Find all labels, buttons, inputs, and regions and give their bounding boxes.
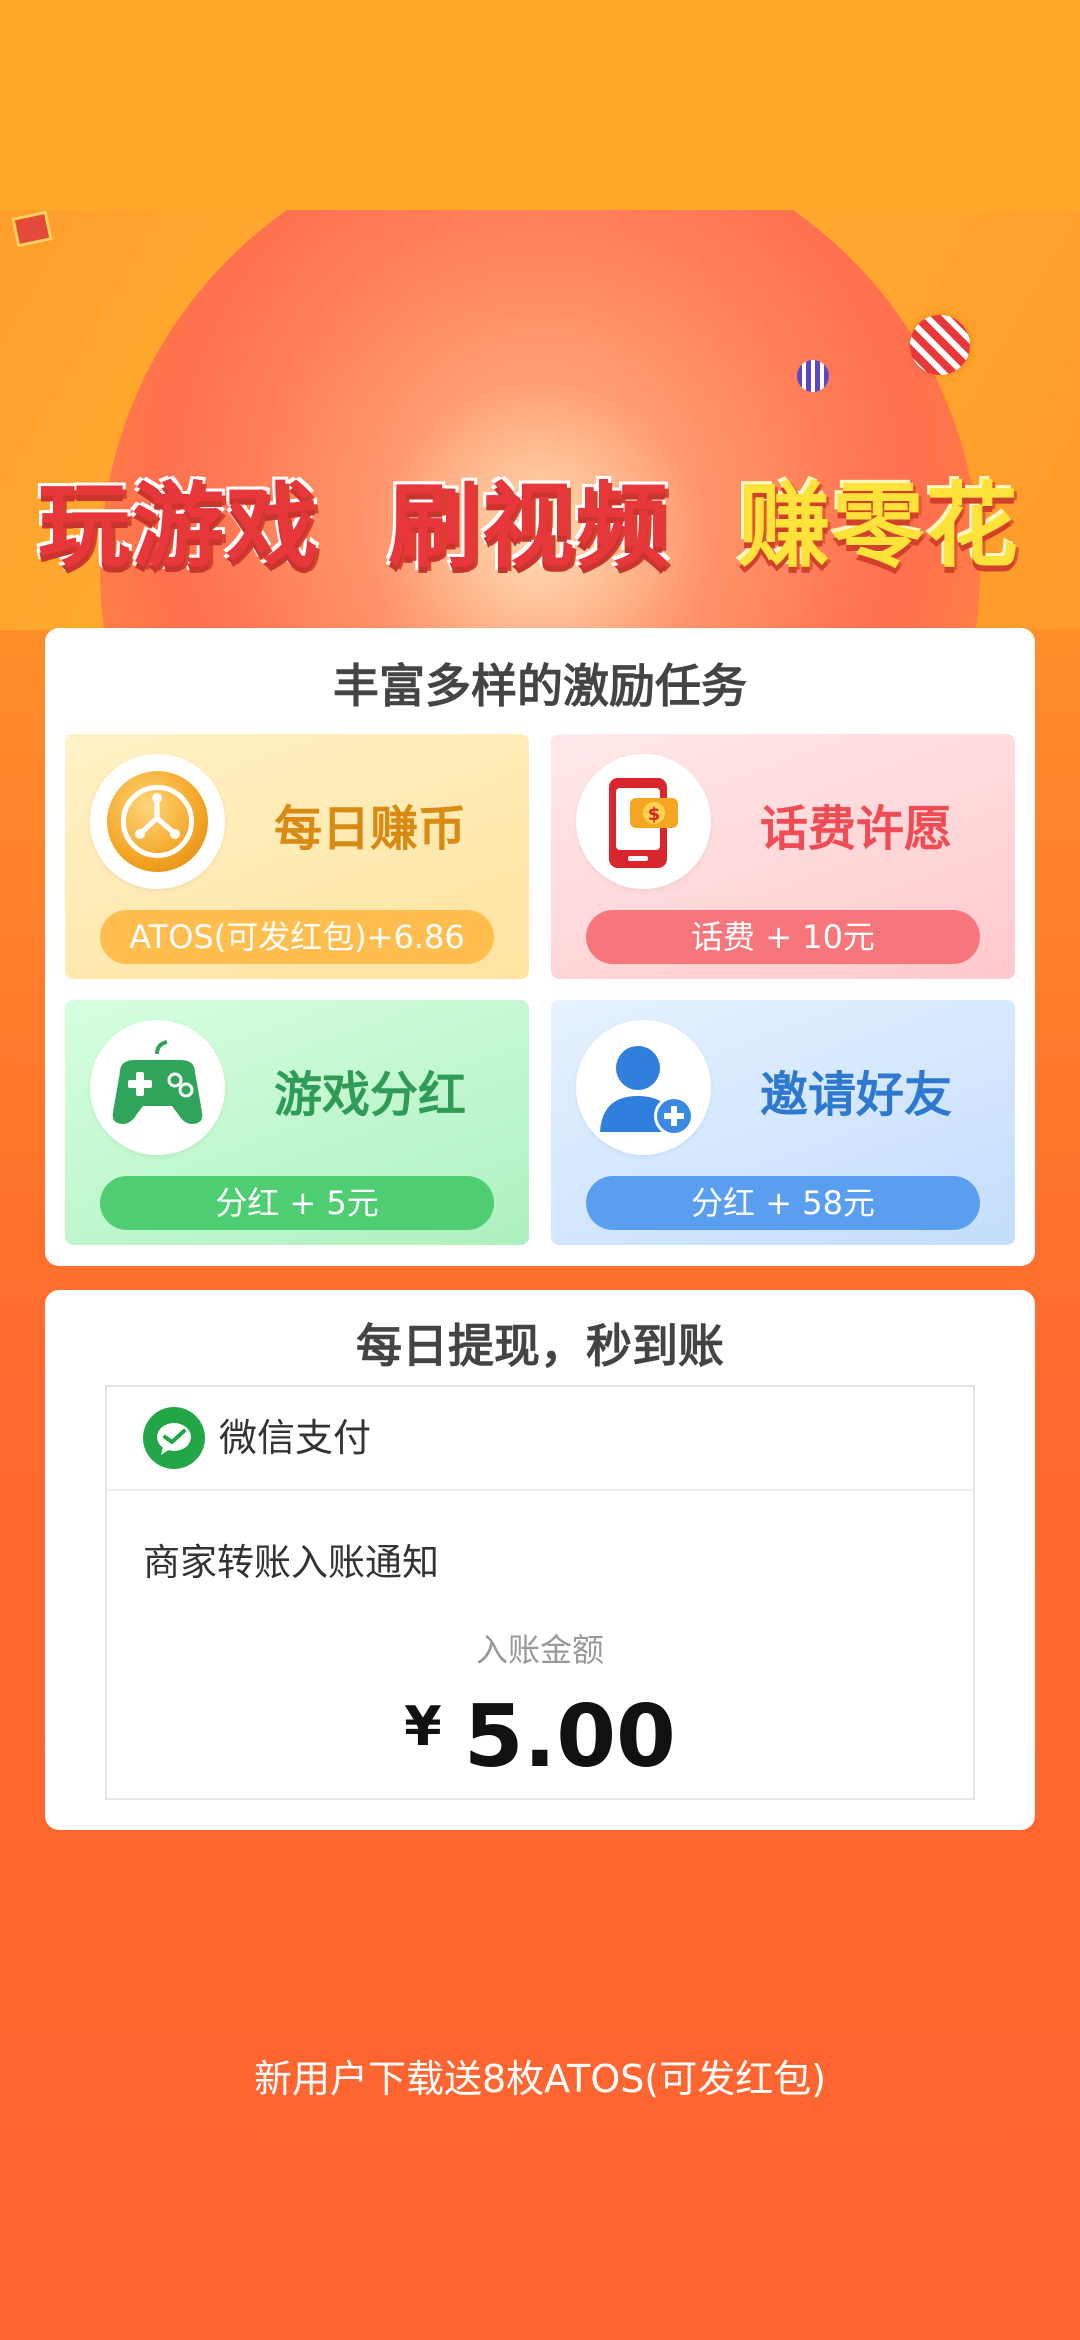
slogan-watch-videos: 刷视频 — [388, 473, 671, 580]
amount-value: 5.00 — [463, 1687, 676, 1787]
withdraw-card: 每日提现，秒到账 微信支付 商家转账入账通知 入账金额 ¥5.00 — [45, 1290, 1035, 1830]
currency-symbol: ¥ — [404, 1695, 442, 1758]
task-reward-pill: 话费 + 10元 — [586, 910, 980, 964]
pay-header: 微信支付 — [107, 1387, 973, 1491]
task-label: 话费许愿 — [759, 801, 952, 857]
small-ball-icon — [797, 360, 829, 392]
task-game-dividend[interactable]: 游戏分红 分红 + 5元 — [65, 1000, 529, 1245]
wechat-pay-notice: 微信支付 商家转账入账通知 入账金额 ¥5.00 — [105, 1385, 975, 1800]
task-reward-pill: 分红 + 5元 — [100, 1176, 494, 1230]
add-user-icon — [576, 1020, 711, 1155]
task-reward-pill: 分红 + 58元 — [586, 1176, 980, 1230]
transfer-notice: 商家转账入账通知 — [143, 1541, 439, 1584]
status-bar — [0, 0, 1080, 210]
pay-brand: 微信支付 — [219, 1416, 372, 1460]
new-user-promo: 新用户下载送8枚ATOS(可发红包) — [253, 2057, 827, 2101]
task-invite-friends[interactable]: 邀请好友 分红 + 58元 — [551, 1000, 1015, 1245]
coin-icon — [90, 754, 225, 889]
striped-ball-icon — [910, 315, 970, 375]
amount-label: 入账金额 — [475, 1631, 604, 1669]
task-reward-pill: ATOS(可发红包)+6.86 — [100, 910, 494, 964]
task-phone-credit[interactable]: $ 话费许愿 话费 + 10元 — [551, 734, 1015, 979]
task-label: 每日赚币 — [273, 801, 466, 857]
gift-icon — [11, 210, 53, 248]
withdraw-title: 每日提现，秒到账 — [356, 1319, 724, 1373]
amount-display: ¥5.00 — [107, 1687, 973, 1787]
tasks-card: 丰富多样的激励任务 每日赚币 ATOS(可发红包)+6.86 $ 话费许愿 话费… — [45, 628, 1035, 1266]
slogan-earn-money: 赚零花 — [738, 473, 1021, 580]
task-label: 邀请好友 — [759, 1067, 952, 1123]
gamepad-icon — [90, 1020, 225, 1155]
phone-money-icon: $ — [576, 754, 711, 889]
svg-text:$: $ — [648, 804, 661, 825]
task-label: 游戏分红 — [273, 1067, 466, 1123]
slogan-play-games: 玩游戏 — [38, 473, 321, 580]
task-daily-coins[interactable]: 每日赚币 ATOS(可发红包)+6.86 — [65, 734, 529, 979]
tasks-title: 丰富多样的激励任务 — [333, 659, 747, 713]
wechat-pay-icon — [143, 1407, 205, 1469]
